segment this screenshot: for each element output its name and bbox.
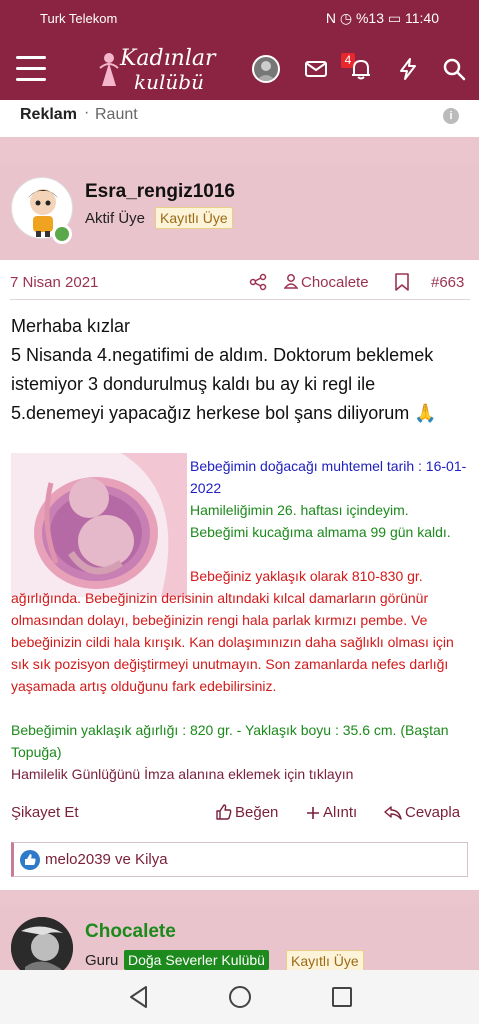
back-icon[interactable]	[126, 984, 152, 1010]
reply-icon	[384, 806, 402, 820]
search-icon[interactable]	[441, 56, 467, 82]
bookmark-icon[interactable]	[394, 273, 410, 291]
ad-label: Reklam	[20, 106, 77, 123]
author-username[interactable]: Esra_rengiz1016	[85, 181, 235, 203]
reply-button[interactable]: Cevapla	[384, 804, 460, 821]
next-author-username[interactable]: Chocalete	[85, 921, 176, 943]
ad-separator: ·	[84, 104, 90, 121]
author-role: Aktif Üye	[85, 210, 146, 227]
reply-label: Cevapla	[405, 804, 461, 821]
signature-baby-info: Bebeğiniz yaklaşık olarak 810-830 gr. ağ…	[11, 568, 454, 694]
logo-mark-icon	[99, 53, 119, 86]
signature-baby-size: Bebeğimin yaklaşık ağırlığı : 820 gr. - …	[11, 722, 449, 760]
info-icon[interactable]: i	[443, 108, 459, 124]
report-button[interactable]: Şikayet Et	[11, 804, 79, 821]
site-logo[interactable]: Kadınlar kulübü	[98, 44, 228, 96]
online-status-dot	[52, 224, 72, 244]
status-bar: Turk Telekom N ◷ %13 ▭ 11:40	[0, 0, 479, 38]
recents-icon[interactable]	[329, 984, 355, 1010]
next-registered-badge: Kayıtlı Üye	[286, 950, 364, 972]
signature-diary-link[interactable]: Hamilelik Günlüğünü İmza alanına eklemek…	[11, 763, 471, 785]
ad-brand[interactable]: Raunt	[95, 106, 138, 124]
post-meta: 7 Nisan 2021 Chocalete #663	[10, 260, 470, 300]
registered-badge: Kayıtlı Üye	[155, 207, 233, 229]
plus-icon	[307, 807, 319, 819]
likes-users[interactable]: melo2039 ve Kilya	[45, 851, 168, 868]
like-button[interactable]: Beğen	[216, 804, 278, 821]
post-body: Merhaba kızlar 5 Nisanda 4.negatifimi de…	[11, 316, 437, 423]
next-author-role: Guru	[85, 952, 119, 969]
signature-due-date: Bebeğimin doğacağı muhtemel tarih : 16-0…	[190, 458, 467, 496]
group-badge[interactable]: Doğa Severler Kulübü	[124, 950, 269, 970]
system-nav-bar	[0, 970, 479, 1024]
share-icon[interactable]	[249, 273, 267, 291]
menu-icon[interactable]	[16, 56, 46, 82]
quoted-user-name: Chocalete	[301, 274, 369, 291]
quoted-user-link[interactable]: Chocalete	[283, 274, 369, 291]
carrier-name: Turk Telekom	[40, 11, 118, 26]
post-actions: Şikayet Et Beğen Alıntı Cevapla	[11, 800, 471, 826]
post-card: 7 Nisan 2021 Chocalete #663 Merhaba kızl…	[0, 260, 479, 890]
likes-summary[interactable]: melo2039 ve Kilya	[11, 842, 468, 877]
quote-label: Alıntı	[323, 804, 358, 821]
home-icon[interactable]	[227, 984, 253, 1010]
thumbs-up-icon	[216, 804, 232, 820]
bell-icon[interactable]	[348, 56, 374, 82]
user-avatar-header[interactable]	[252, 55, 280, 83]
post-number[interactable]: #663	[431, 274, 464, 291]
bolt-icon[interactable]	[395, 56, 421, 82]
post-author-header: Esra_rengiz1016 Aktif Üye Kayıtlı Üye	[0, 165, 479, 260]
like-reaction-icon	[20, 850, 40, 870]
envelope-icon[interactable]	[303, 56, 329, 82]
quote-button[interactable]: Alıntı	[306, 804, 357, 821]
app-header: Kadınlar kulübü 4	[0, 38, 479, 100]
user-icon	[283, 274, 299, 289]
signature-week-info: Hamileliğimin 26. haftası içindeyim. Beb…	[190, 502, 451, 540]
like-label: Beğen	[235, 804, 279, 821]
ad-strip[interactable]: Reklam · Raunt i	[0, 100, 479, 137]
logo-line1: Kadınlar	[120, 46, 216, 71]
post-date[interactable]: 7 Nisan 2021	[10, 274, 98, 291]
logo-line2: kulübü	[134, 70, 204, 94]
status-right: N ◷ %13 ▭ 11:40	[325, 10, 439, 26]
